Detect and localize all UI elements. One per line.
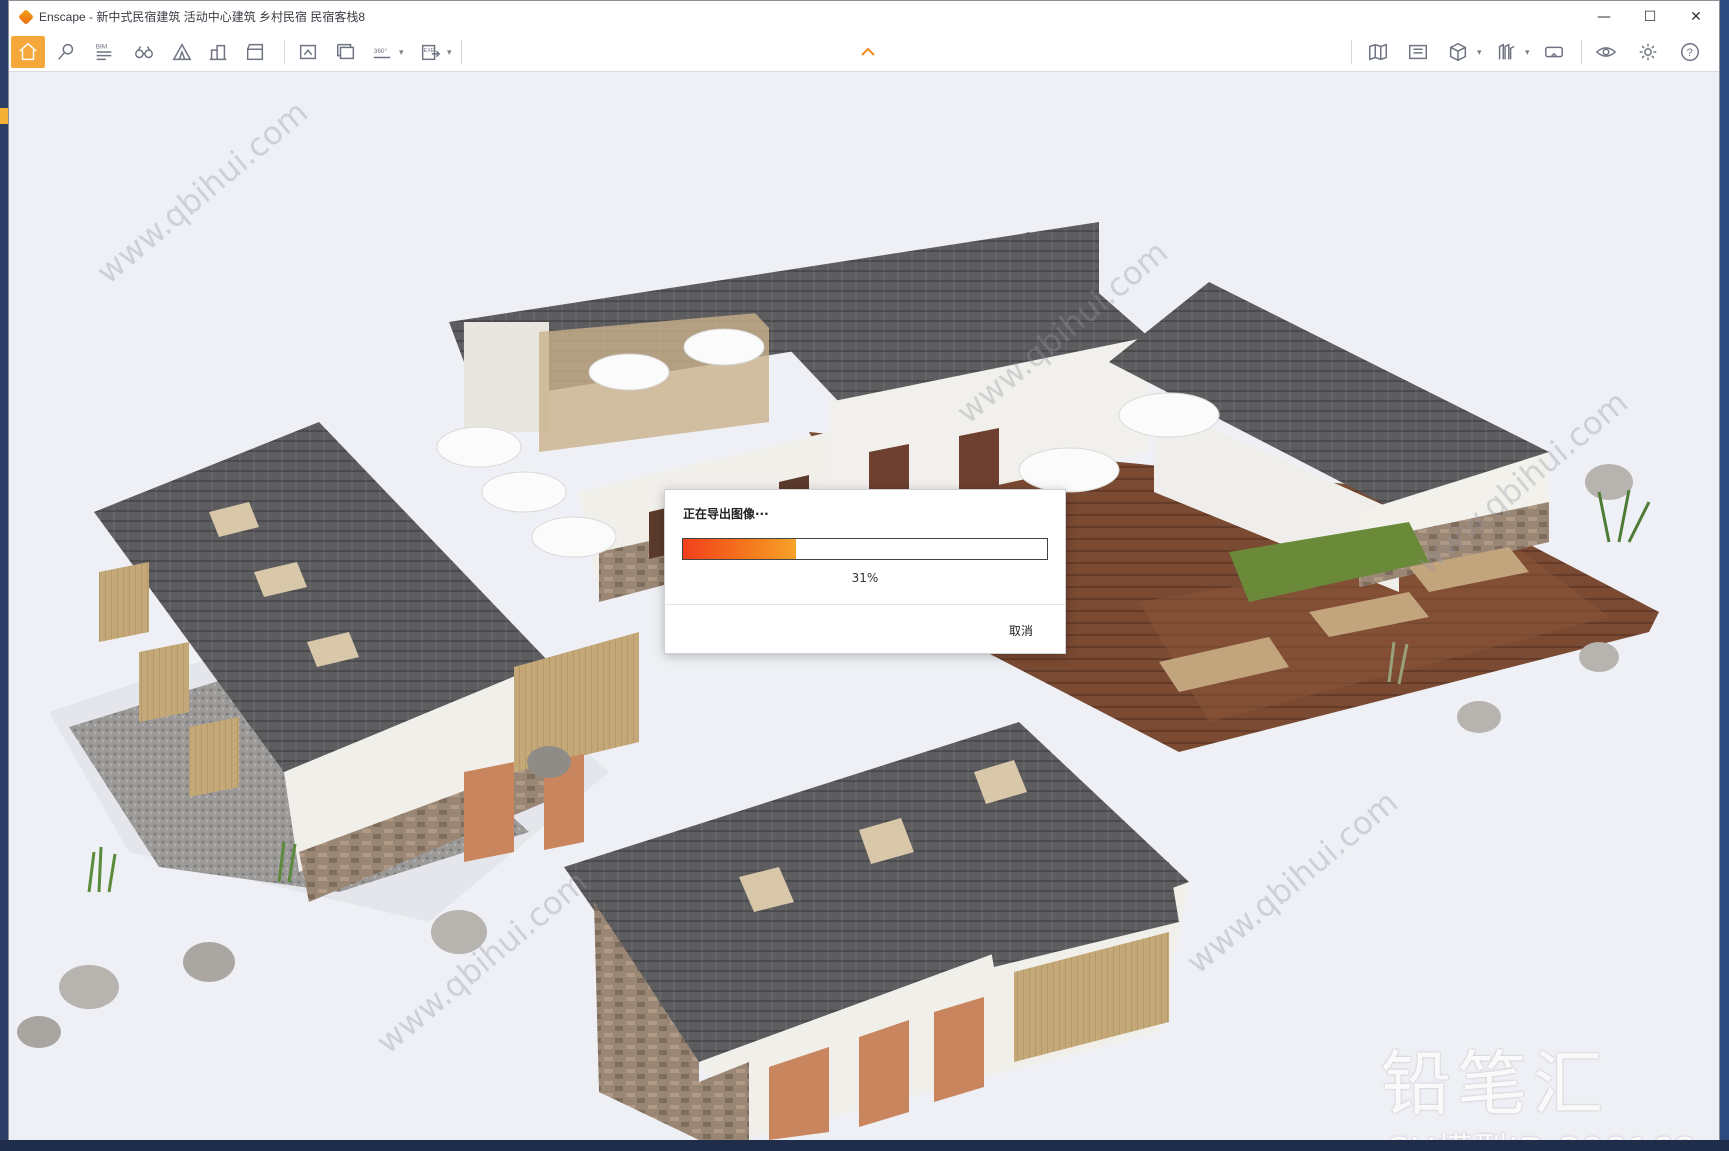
minimize-button[interactable]: —	[1581, 1, 1627, 32]
binoculars-icon[interactable]	[127, 36, 161, 68]
taskbar-edge	[0, 1140, 1729, 1151]
export-progress-dialog: 正在导出图像··· 31% 取消	[664, 489, 1066, 654]
batch-render-icon[interactable]	[329, 36, 363, 68]
eye-icon[interactable]	[1589, 36, 1623, 68]
bim-icon[interactable]: BIM	[87, 36, 121, 68]
vr-headset-icon[interactable]	[1537, 36, 1571, 68]
background-folder-icon	[0, 108, 8, 124]
title-bar[interactable]: Enscape - 新中式民宿建筑 活动中心建筑 乡村民宿 民宿客栈8 — ☐ …	[9, 1, 1719, 32]
enscape-logo-icon	[18, 8, 34, 25]
toolbar: BIM 360° ▾ EXE ▾ ▾ ▾ ?	[9, 32, 1719, 72]
background-window-edge	[0, 0, 8, 1151]
cube-icon[interactable]	[1441, 36, 1475, 68]
bookmarks-icon[interactable]	[1489, 36, 1523, 68]
buildings-icon[interactable]	[201, 36, 235, 68]
toolbar-separator	[1351, 40, 1352, 64]
panorama-360-icon[interactable]: 360°	[365, 36, 399, 68]
close-button[interactable]: ✕	[1673, 1, 1719, 32]
brand-watermark: 铅笔汇	[1381, 1043, 1609, 1125]
atlas-icon[interactable]	[1401, 36, 1435, 68]
panorama-dropdown-icon[interactable]: ▾	[399, 48, 404, 58]
toolbar-separator	[1581, 40, 1582, 64]
mountain-icon[interactable]	[165, 36, 199, 68]
model-id-watermark: SU模型ID:398168	[1387, 1122, 1696, 1140]
export-exe-icon[interactable]: EXE	[413, 36, 447, 68]
progress-fill	[683, 539, 796, 559]
window-title: Enscape - 新中式民宿建筑 活动中心建筑 乡村民宿 民宿客栈8	[39, 10, 366, 24]
toolbar-separator	[461, 40, 462, 64]
progress-percent: 31%	[851, 571, 879, 585]
panorama-label: 360°	[374, 47, 388, 55]
maximize-button[interactable]: ☐	[1627, 1, 1673, 32]
export-progress-bar	[682, 538, 1048, 560]
clapperboard-icon[interactable]	[238, 36, 272, 68]
export-dropdown-icon[interactable]: ▾	[447, 48, 452, 58]
dialog-divider	[665, 604, 1065, 605]
location-pin-icon[interactable]	[49, 36, 83, 68]
help-label: ?	[1687, 47, 1693, 59]
cube-dropdown-icon[interactable]: ▾	[1477, 48, 1482, 58]
home-icon[interactable]	[11, 36, 45, 68]
collapse-toolbar-icon[interactable]	[861, 46, 875, 56]
dialog-title: 正在导出图像···	[683, 507, 769, 521]
desktop-edge	[1720, 0, 1729, 1151]
bookmarks-dropdown-icon[interactable]: ▾	[1525, 48, 1530, 58]
exe-label: EXE	[424, 48, 435, 54]
cancel-button[interactable]: 取消	[1009, 622, 1033, 639]
bim-label: BIM	[96, 43, 107, 50]
window-controls: — ☐ ✕	[1581, 1, 1719, 32]
toolbar-separator	[284, 40, 285, 64]
screenshot-icon[interactable]	[291, 36, 325, 68]
map-icon[interactable]	[1361, 36, 1395, 68]
gear-icon[interactable]	[1631, 36, 1665, 68]
help-icon[interactable]: ?	[1673, 36, 1707, 68]
